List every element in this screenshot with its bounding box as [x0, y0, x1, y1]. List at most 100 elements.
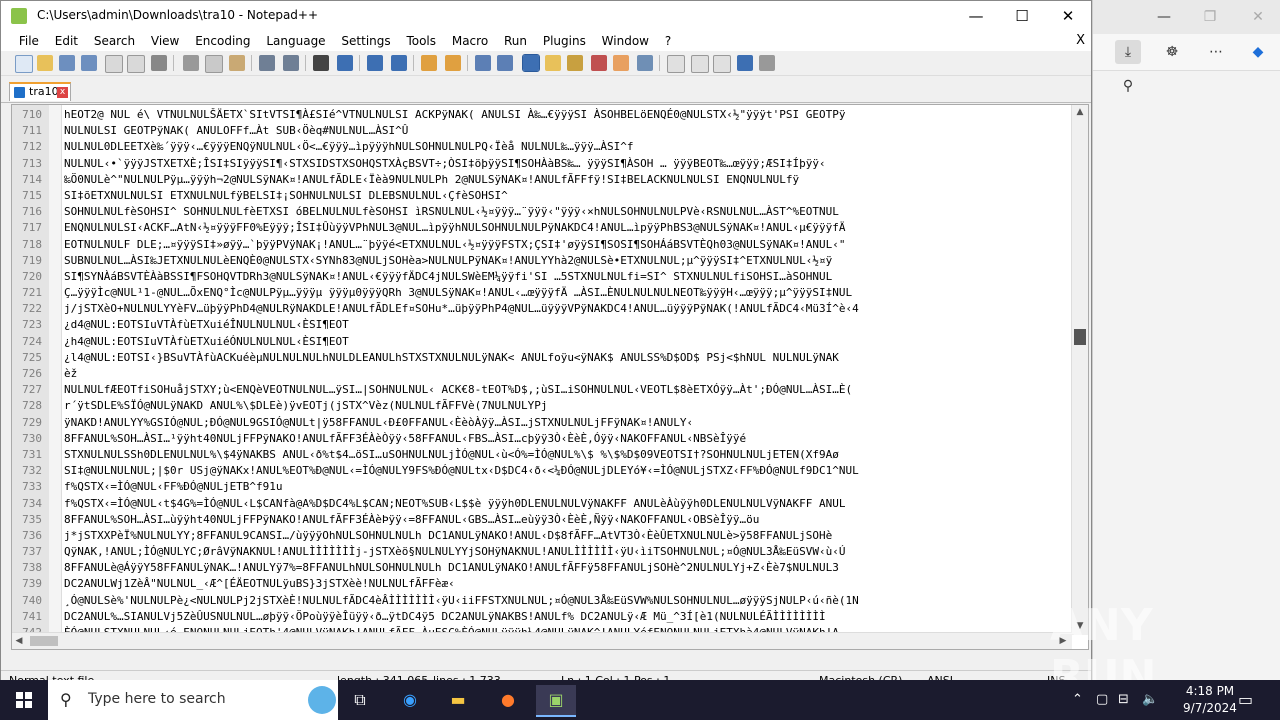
editor-area[interactable]: 710 hEOT2@ NUL é\ VTNULNULŠÄETX`SItVTSI¶À…	[11, 104, 1089, 650]
menu-file[interactable]: File	[13, 31, 45, 51]
editor-line[interactable]: 731 STXNULNULSSh0DLENULNUL%\$4ÿNAKBS ANUL…	[12, 447, 1074, 463]
downloads-icon[interactable]: ⤓	[1115, 40, 1141, 64]
horizontal-scrollbar[interactable]: ◀ ▶	[12, 632, 1072, 649]
menu-language[interactable]: Language	[260, 31, 331, 51]
editor-line[interactable]: 720 SI¶SYNÀáBSVTÈÀàBSSI¶FSOHQVTDRh3@NULSÿ…	[12, 269, 1074, 285]
save-all-icon[interactable]	[81, 55, 97, 71]
editor-line[interactable]: 715 SI‡õETXNULNULSI ETXNULNULfÿBELSI‡¡SOH…	[12, 188, 1074, 204]
editor-line[interactable]: 737 QÿNAK‚!ANUL;ÌÓ@NULYC;ØrâVÿNAKNUL!ANUL…	[12, 544, 1074, 560]
editor-line[interactable]: 719 SUBNULNUL…ÀSI‰JETXNULNULèENQÈ0@NULSTX…	[12, 253, 1074, 269]
editor-line[interactable]: 730 8FFANUL%SOH…ÀSI…¹ÿÿht40NULjFFPÿNAKO!A…	[12, 431, 1074, 447]
redo-icon[interactable]	[283, 55, 299, 71]
volume-icon[interactable]: 🔈	[1142, 680, 1158, 720]
new-file-icon[interactable]	[15, 55, 33, 73]
editor-line[interactable]: 710 hEOT2@ NUL é\ VTNULNULŠÄETX`SItVTSI¶À…	[12, 107, 1074, 123]
horizontal-scroll-thumb[interactable]	[30, 636, 58, 646]
scroll-left-icon[interactable]: ◀	[12, 634, 26, 648]
monitoring-icon[interactable]	[637, 55, 653, 71]
start-button[interactable]	[0, 680, 48, 720]
run-macro-multiple-icon[interactable]	[737, 55, 753, 71]
menu-macro[interactable]: Macro	[446, 31, 494, 51]
stop-recording-icon[interactable]	[691, 55, 709, 73]
editor-line[interactable]: 711 NULNULSI GEOTPÿNAK( ANULOFFf…Àt SUB‹Ö…	[12, 123, 1074, 139]
show-all-characters-icon[interactable]	[497, 55, 513, 71]
tab-tra10[interactable]: tra10 x	[9, 82, 71, 101]
editor-line[interactable]: 734 f%QSTX‹=ÌÓ@NUL‹t$4G%=ÌÓ@NUL‹L$CANfà@A…	[12, 496, 1074, 512]
zoom-out-icon[interactable]	[391, 55, 407, 71]
find-icon[interactable]	[313, 55, 329, 71]
editor-line[interactable]: 741 DC2ANUL%…SIANULVj5ZèÛUSNULNUL…øþÿÿ‹Ö…	[12, 609, 1074, 625]
menu-edit[interactable]: Edit	[49, 31, 84, 51]
editor-line[interactable]: 725 ¿l4@NUL:EOTSI‹}BSuVTÀfùACKuéèµNULNULN…	[12, 350, 1074, 366]
task-view-icon[interactable]: ⧉	[340, 685, 380, 715]
menu-run[interactable]: Run	[498, 31, 533, 51]
editor-line[interactable]: 729 ÿNAKD!ANULYY%GSIÓ@NUL;ÐÓ@NUL9GSIÓ@NUL…	[12, 415, 1074, 431]
editor-line[interactable]: 733 f%QSTX‹=ÌÓ@NUL‹FF%ÐÓ@NULjETB^f91u	[12, 479, 1074, 495]
vertical-scrollbar[interactable]: ▲ ▼	[1071, 105, 1088, 635]
file-explorer-icon[interactable]: ▬	[438, 685, 478, 715]
editor-line[interactable]: 738 8FFANULè@ÁÿÿY58FFANULÿNAK…!ANULYÿ7%=8…	[12, 560, 1074, 576]
editor-line[interactable]: 728 r´ÿtSDLE%SÏÓ@NULÿNAKD ANUL%\$DLEè)ÿvE…	[12, 398, 1074, 414]
editor-line[interactable]: 722 j/jSTXèO+NULNULYYèFV…üþÿÿPhD4@NULRÿNA…	[12, 301, 1074, 317]
pin-icon[interactable]: ⚲	[1115, 74, 1141, 98]
extensions-icon[interactable]: ☸	[1159, 40, 1185, 64]
browser-close-button[interactable]: ✕	[1245, 6, 1271, 28]
editor-line[interactable]: 732 SI‡@NULNULNUL;|$0r USj@ÿNAKx!ANUL%EOT…	[12, 463, 1074, 479]
sync-horizontal-icon[interactable]	[445, 55, 461, 71]
editor-line[interactable]: 714 ‰Ö0NULè^"NULNULPÿµ…ÿÿÿh¬2@NULSÿNAK¤!A…	[12, 172, 1074, 188]
edge-icon[interactable]: ◉	[390, 685, 430, 715]
close-file-icon[interactable]	[105, 55, 123, 73]
play-macro-icon[interactable]	[713, 55, 731, 73]
document-map-icon[interactable]	[567, 55, 583, 71]
print-icon[interactable]	[151, 55, 167, 71]
menu-search[interactable]: Search	[88, 31, 141, 51]
open-file-icon[interactable]	[37, 55, 53, 71]
save-icon[interactable]	[59, 55, 75, 71]
notifications-icon[interactable]: ▭	[1238, 680, 1253, 720]
editor-line[interactable]: 712 NULNUL0DLEETXè‰´ÿÿÿ‹…€ÿÿÿENQÿNULNUL‹Ö…	[12, 139, 1074, 155]
close-document-button[interactable]: X	[1076, 33, 1085, 48]
browser-minimize-button[interactable]: —	[1151, 6, 1177, 28]
editor-line[interactable]: 740 ¸Ó@NULSè%'NULNULPè¿<NULNULPj2jSTXèÈ!…	[12, 593, 1074, 609]
user-language-icon[interactable]	[545, 55, 561, 71]
copilot-icon[interactable]: ◆	[1245, 40, 1271, 64]
menu-window[interactable]: Window	[596, 31, 655, 51]
save-macro-icon[interactable]	[759, 55, 775, 71]
vertical-scroll-thumb[interactable]	[1074, 329, 1086, 345]
menu-settings[interactable]: Settings	[335, 31, 396, 51]
notepadpp-taskbar-icon[interactable]: ▣	[536, 685, 576, 717]
replace-icon[interactable]	[337, 55, 353, 71]
editor-line[interactable]: 735 8FFANUL%SOH…ÀSI…ùÿÿht40NULjFFPÿNAKO!A…	[12, 512, 1074, 528]
editor-line[interactable]: 739 DC2ANULWj1ZèÂ"NULNUL_‹Æ^[ÉÄEOTNULÿuB…	[12, 576, 1074, 592]
editor-line[interactable]: 723 ¿d4@NUL:EOTSIuVTÀfùETXuiéÎNULNULNUL‹È…	[12, 317, 1074, 333]
function-list-icon[interactable]	[591, 55, 607, 71]
network-icon[interactable]: ⊟	[1118, 680, 1129, 720]
editor-line[interactable]: 736 j*jSTXXPèÏ%NULNULYY;8FFANUL9CANSI…/ùÿ…	[12, 528, 1074, 544]
menu-help[interactable]: ?	[659, 31, 677, 51]
cut-icon[interactable]	[183, 55, 199, 71]
editor-line[interactable]: 716 SOHNULNULfèSOHSI^ SOHNULNULfèETXSI óB…	[12, 204, 1074, 220]
more-options-icon[interactable]: ⋯	[1203, 40, 1229, 64]
scroll-up-icon[interactable]: ▲	[1072, 105, 1088, 119]
copy-icon[interactable]	[205, 55, 223, 73]
folder-workspace-icon[interactable]	[613, 55, 629, 71]
device-icon[interactable]: ▢	[1096, 680, 1108, 720]
editor-line[interactable]: 727 NULNULfÆEOTfiSOHuåjSTXY;ù<ENQèVEOTNUL…	[12, 382, 1074, 398]
editor-line[interactable]: 726 èž	[12, 366, 1074, 382]
close-button[interactable]: ✕	[1045, 1, 1091, 31]
menu-encoding[interactable]: Encoding	[189, 31, 256, 51]
taskbar-clock[interactable]: 4:18 PM 9/7/2024	[1180, 683, 1240, 717]
taskbar-search-box[interactable]: ⚲ Type here to search	[48, 680, 338, 720]
record-macro-icon[interactable]	[667, 55, 685, 73]
indent-guide-icon[interactable]	[522, 54, 540, 72]
close-all-icon[interactable]	[127, 55, 145, 73]
firefox-icon[interactable]: ●	[488, 685, 528, 715]
paste-icon[interactable]	[229, 55, 245, 71]
editor-line[interactable]: 721 Ç…ÿÿÿÌc@NUL¹1-@NUL…ÕxENQ°Ìc@NULPÿµ…ÿÿ…	[12, 285, 1074, 301]
show-hidden-icons[interactable]: ⌃	[1072, 680, 1083, 720]
menu-tools[interactable]: Tools	[400, 31, 442, 51]
editor-line[interactable]: 718 EOTNULNULF DLE;…¤ÿÿÿSI‡»øÿÿ…`þÿÿPVÿNA…	[12, 237, 1074, 253]
menu-plugins[interactable]: Plugins	[537, 31, 592, 51]
sync-vertical-icon[interactable]	[421, 55, 437, 71]
editor-line[interactable]: 713 NULNUL‹•`ÿÿÿJSTXETXÈ;ÎSI‡SIÿÿÿSI¶‹STX…	[12, 156, 1074, 172]
